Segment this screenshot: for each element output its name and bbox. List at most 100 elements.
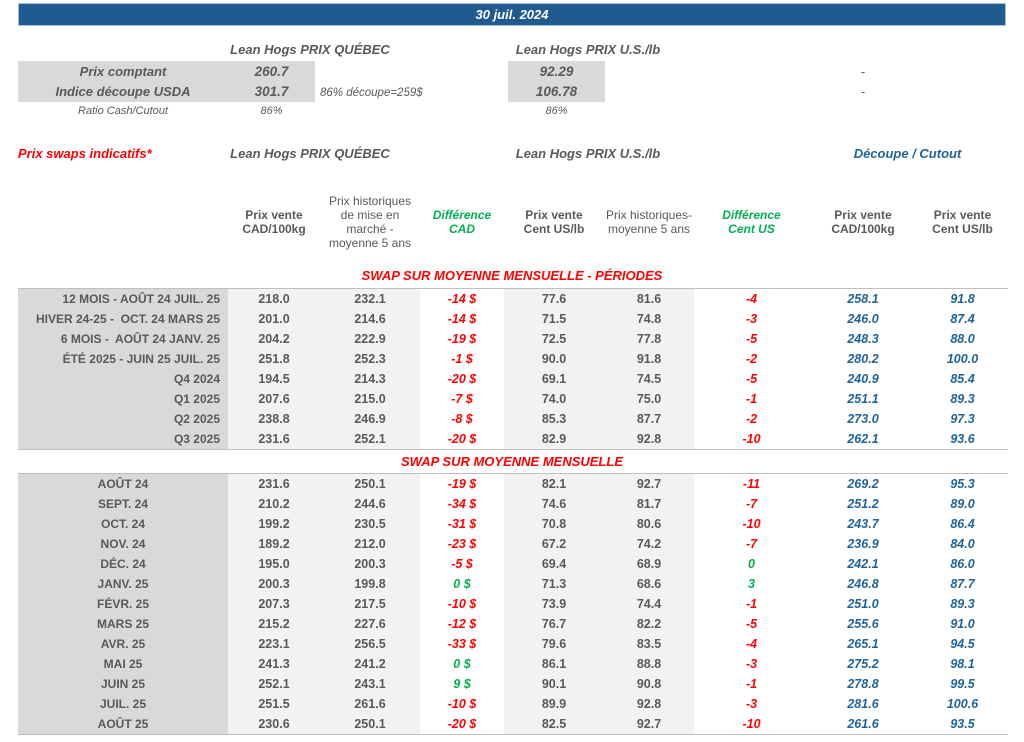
value-cell: 261.6 bbox=[847, 717, 879, 731]
row-label: DÉC. 24 bbox=[18, 554, 228, 574]
value-cell: 242.1 bbox=[847, 557, 879, 571]
value-cell: 68.6 bbox=[604, 574, 694, 594]
value-cell: 256.5 bbox=[320, 634, 420, 654]
value-cell: -14 $ bbox=[447, 312, 477, 326]
value-cell: 194.5 bbox=[228, 369, 320, 389]
value-cell: -3 bbox=[745, 697, 758, 711]
spot-ratio-us-value: 86% bbox=[545, 105, 568, 117]
value-cell: 77.6 bbox=[504, 289, 604, 309]
value-cell: 80.6 bbox=[604, 514, 694, 534]
value-cell: 69.1 bbox=[504, 369, 604, 389]
value-cell: -1 $ bbox=[451, 352, 473, 366]
column-header-cutout-us: Prix vente Cent US/lb bbox=[932, 207, 993, 236]
value-cell: 0 $ bbox=[453, 657, 471, 671]
value-cell: 246.9 bbox=[320, 409, 420, 429]
value-cell: 99.5 bbox=[950, 677, 975, 691]
value-cell: -10 $ bbox=[447, 697, 477, 711]
value-cell: 88.0 bbox=[950, 332, 975, 346]
value-cell: -20 $ bbox=[447, 717, 477, 731]
value-cell: 82.9 bbox=[504, 429, 604, 449]
column-header-cutout-cad: Prix vente CAD/100kg bbox=[831, 207, 895, 236]
spot-indice-cutout-dash: - bbox=[860, 84, 866, 99]
value-cell: -8 $ bbox=[451, 412, 473, 426]
spot-us-header: Lean Hogs PRIX U.S./lb bbox=[515, 42, 661, 57]
value-cell: -14 $ bbox=[447, 292, 477, 306]
value-cell: 67.2 bbox=[504, 534, 604, 554]
value-cell: 200.3 bbox=[228, 574, 320, 594]
value-cell: 269.2 bbox=[847, 477, 879, 491]
value-cell: 223.1 bbox=[228, 634, 320, 654]
value-cell: -1 bbox=[745, 677, 758, 691]
spot-indice-label: Indice découpe USDA bbox=[55, 84, 191, 99]
value-cell: 214.6 bbox=[320, 309, 420, 329]
column-header-row: Prix vente CAD/100kg Prix historiques de… bbox=[18, 182, 1008, 262]
value-cell: -7 bbox=[745, 497, 758, 511]
value-cell: 82.5 bbox=[504, 714, 604, 734]
value-cell: 89.3 bbox=[950, 597, 975, 611]
value-cell: 246.0 bbox=[847, 312, 879, 326]
row-label: JUIN 25 bbox=[18, 674, 228, 694]
value-cell: 214.3 bbox=[320, 369, 420, 389]
value-cell: 93.6 bbox=[950, 432, 975, 446]
value-cell: 68.9 bbox=[604, 554, 694, 574]
value-cell: 70.8 bbox=[504, 514, 604, 534]
value-cell: 92.7 bbox=[604, 474, 694, 494]
value-cell: -20 $ bbox=[447, 372, 477, 386]
value-cell: 82.2 bbox=[604, 614, 694, 634]
value-cell: -31 $ bbox=[447, 517, 477, 531]
cutout-header: Découpe / Cutout bbox=[853, 146, 962, 161]
value-cell: 86.0 bbox=[950, 557, 975, 571]
spot-comptant-cutout-dash: - bbox=[860, 64, 866, 79]
value-cell: 87.7 bbox=[604, 409, 694, 429]
value-cell: 91.8 bbox=[950, 292, 975, 306]
row-label: 6 MOIS - AOÛT 24 JANV. 25 bbox=[18, 329, 228, 349]
row-label: SEPT. 24 bbox=[18, 494, 228, 514]
value-cell: 251.5 bbox=[228, 694, 320, 714]
value-cell: 227.6 bbox=[320, 614, 420, 634]
value-cell: 82.1 bbox=[504, 474, 604, 494]
value-cell: 195.0 bbox=[228, 554, 320, 574]
value-cell: 236.9 bbox=[847, 537, 879, 551]
value-cell: 89.0 bbox=[950, 497, 975, 511]
value-cell: 85.3 bbox=[504, 409, 604, 429]
value-cell: 74.6 bbox=[504, 494, 604, 514]
section-title-periodes: SWAP SUR MOYENNE MENSUELLE - PÉRIODES bbox=[361, 268, 663, 283]
row-label: Q2 2025 bbox=[18, 409, 228, 429]
value-cell: 86.1 bbox=[504, 654, 604, 674]
value-cell: -12 $ bbox=[447, 617, 477, 631]
value-cell: -3 bbox=[745, 312, 758, 326]
column-header-prix-vente-cad: Prix vente CAD/100kg bbox=[242, 207, 306, 236]
spot-indice-note: 86% découpe=259$ bbox=[320, 87, 423, 99]
value-cell: 212.0 bbox=[320, 534, 420, 554]
row-label: Q1 2025 bbox=[18, 389, 228, 409]
value-cell: 265.1 bbox=[847, 637, 879, 651]
row-label: Q3 2025 bbox=[18, 429, 228, 449]
row-label: Q4 2024 bbox=[18, 369, 228, 389]
value-cell: 92.7 bbox=[604, 714, 694, 734]
value-cell: 199.8 bbox=[320, 574, 420, 594]
row-label: AOÛT 24 bbox=[18, 474, 228, 494]
value-cell: 230.6 bbox=[228, 714, 320, 734]
value-cell: 92.8 bbox=[604, 429, 694, 449]
value-cell: 251.1 bbox=[847, 392, 879, 406]
value-cell: 91.8 bbox=[604, 349, 694, 369]
column-header-difference-us: Différence Cent US bbox=[722, 207, 781, 236]
periods-table: 12 MOIS - AOÛT 24 JUIL. 25 218.0 232.1 -14 … bbox=[18, 288, 1008, 450]
value-cell: 231.6 bbox=[228, 429, 320, 449]
value-cell: -2 bbox=[745, 352, 758, 366]
value-cell: 207.6 bbox=[228, 389, 320, 409]
value-cell: 215.0 bbox=[320, 389, 420, 409]
value-cell: 255.6 bbox=[847, 617, 879, 631]
value-cell: -2 bbox=[745, 412, 758, 426]
row-label: MARS 25 bbox=[18, 614, 228, 634]
value-cell: 252.1 bbox=[320, 429, 420, 449]
value-cell: -5 bbox=[745, 617, 758, 631]
value-cell: 83.5 bbox=[604, 634, 694, 654]
value-cell: 9 $ bbox=[453, 677, 471, 691]
value-cell: -4 bbox=[745, 637, 758, 651]
value-cell: 79.6 bbox=[504, 634, 604, 654]
value-cell: -7 bbox=[745, 537, 758, 551]
value-cell: 210.2 bbox=[228, 494, 320, 514]
value-cell: 232.1 bbox=[320, 289, 420, 309]
value-cell: 90.1 bbox=[504, 674, 604, 694]
